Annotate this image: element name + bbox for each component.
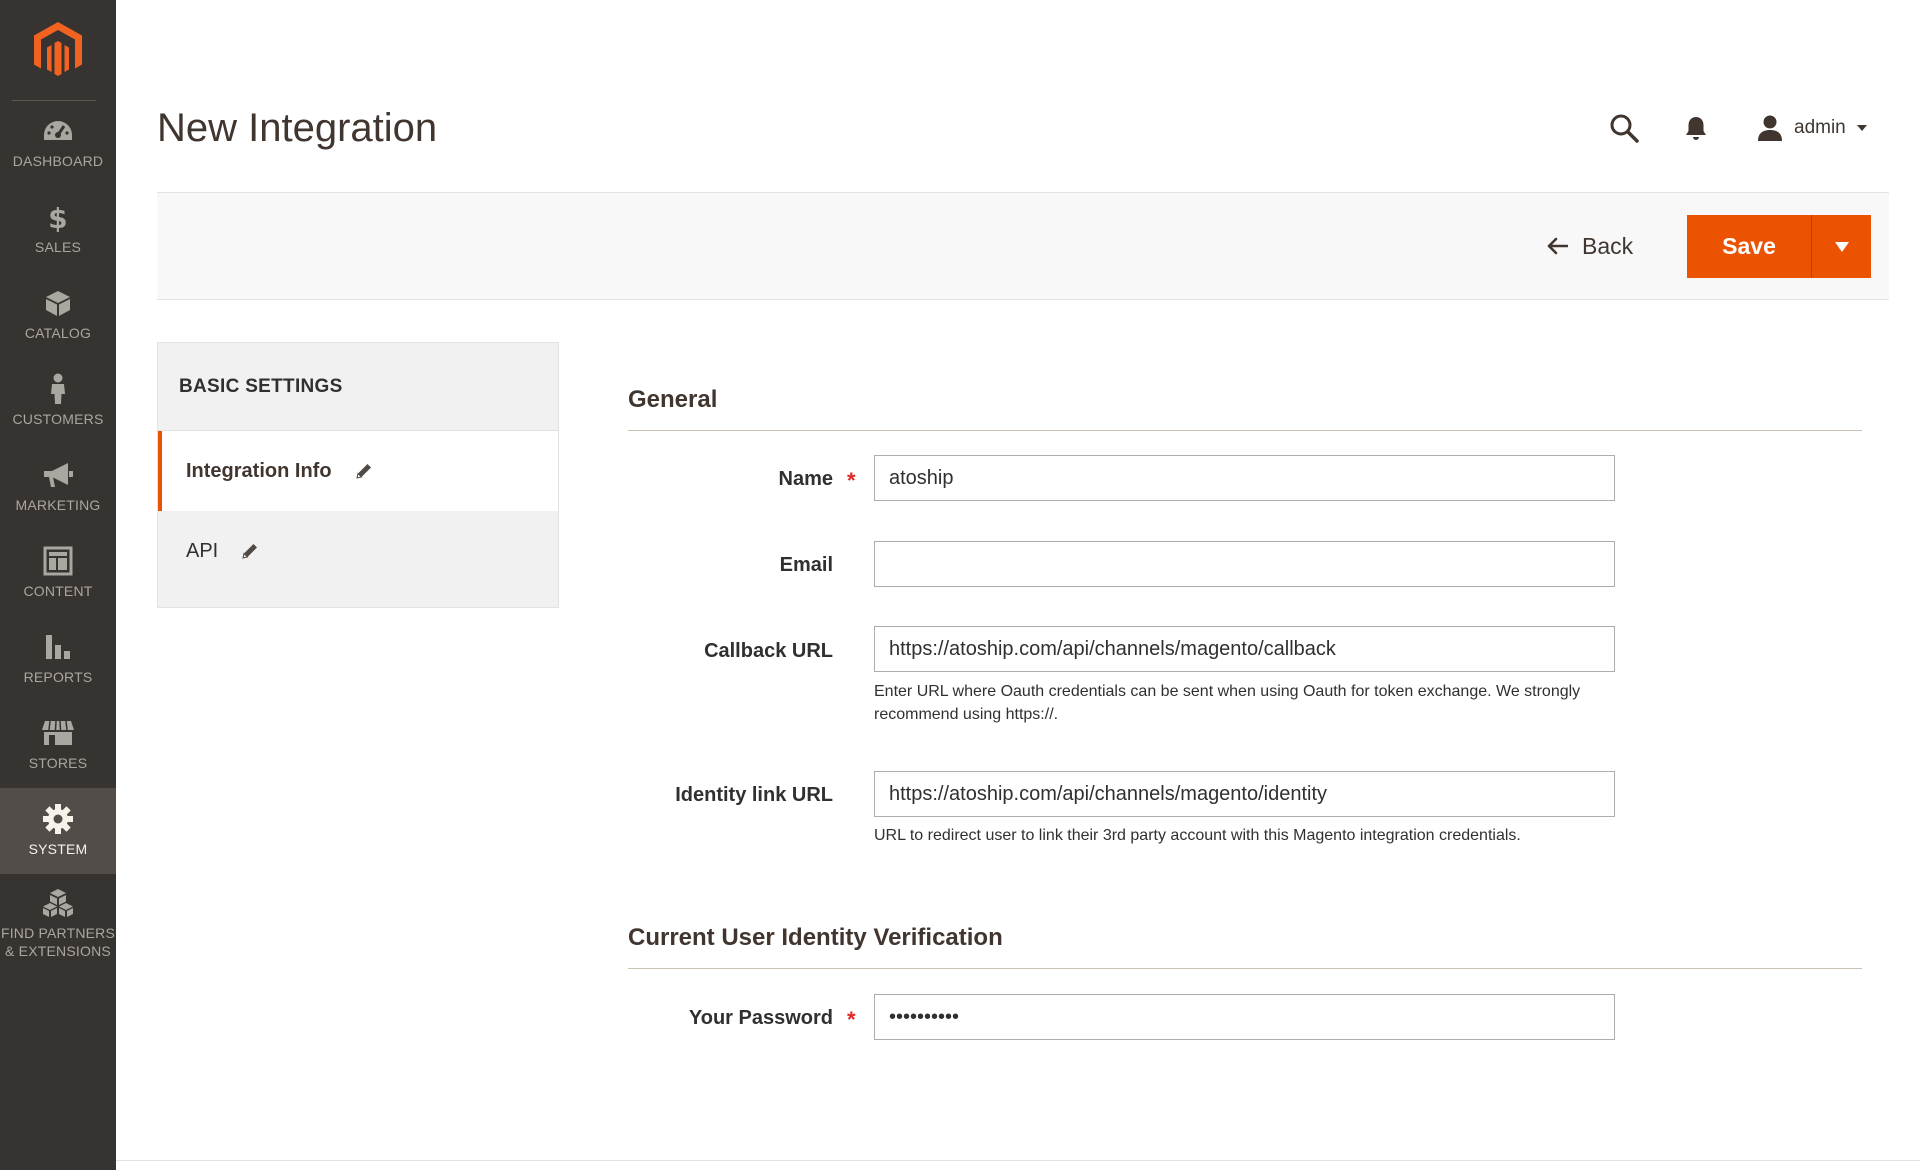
sidebar-item-find-partners[interactable]: FIND PARTNERS & EXTENSIONS [0, 874, 116, 974]
user-icon [1758, 115, 1782, 141]
pencil-icon [354, 461, 374, 481]
back-button-label: Back [1582, 232, 1634, 259]
sidebar-item-marketing[interactable]: MARKETING [0, 444, 116, 530]
name-label: Name [778, 468, 833, 490]
caret-down-icon [1856, 125, 1867, 131]
dashboard-icon [41, 116, 75, 146]
back-button[interactable]: Back [1546, 230, 1633, 262]
tab-integration-info[interactable]: Integration Info [158, 431, 558, 511]
admin-user-menu[interactable]: admin [1756, 108, 1868, 148]
password-input[interactable] [874, 994, 1615, 1040]
pencil-icon [240, 541, 260, 561]
sidebar-item-content[interactable]: CONTENT [0, 530, 116, 616]
sidebar-item-label: CUSTOMERS [12, 411, 104, 427]
tabs-heading: BASIC SETTINGS [158, 343, 558, 431]
section-divider [628, 968, 1862, 969]
save-button[interactable]: Save [1687, 215, 1811, 278]
sidebar-item-label: MARKETING [15, 497, 101, 513]
triangle-down-icon [1834, 241, 1849, 252]
save-split-button: Save [1687, 215, 1871, 278]
notifications-button[interactable] [1678, 110, 1714, 146]
megaphone-icon [41, 460, 75, 490]
page-title: New Integration [157, 106, 438, 150]
storefront-icon [41, 718, 75, 748]
section-title-general: General [628, 386, 718, 413]
user-name: admin [1794, 117, 1846, 138]
sidebar-item-label: SALES [34, 239, 82, 255]
required-star: * [847, 1007, 856, 1032]
section-divider [628, 430, 1862, 431]
identity-url-input[interactable] [874, 771, 1615, 817]
callback-url-input[interactable] [874, 626, 1615, 672]
arrow-left-icon [1547, 237, 1568, 255]
magento-logo[interactable] [0, 0, 116, 100]
sidebar-item-sales[interactable]: $ SALES [0, 186, 116, 272]
footer-divider [116, 1160, 1920, 1161]
global-search-button[interactable] [1604, 108, 1644, 148]
dollar-icon: $ [41, 202, 75, 232]
email-input[interactable] [874, 541, 1615, 587]
sidebar-item-label: DASHBOARD [12, 153, 104, 169]
callback-url-label: Callback URL [704, 640, 833, 662]
tab-label: API [186, 539, 219, 562]
settings-tabs: BASIC SETTINGS Integration Info API [157, 342, 559, 608]
person-icon [41, 373, 75, 404]
sidebar-item-label: REPORTS [23, 669, 93, 685]
tab-api[interactable]: API [158, 511, 558, 591]
section-title-verification: Current User Identity Verification [628, 924, 1003, 951]
admin-sidebar: DASHBOARD $ SALES CATALOG CUSTOMERS MARK… [0, 0, 116, 1170]
password-label: Your Password [688, 1007, 833, 1029]
sidebar-item-label: STORES [28, 755, 88, 771]
identity-url-label: Identity link URL [675, 784, 833, 806]
sidebar-item-dashboard[interactable]: DASHBOARD [0, 100, 116, 186]
sidebar-item-system[interactable]: SYSTEM [0, 788, 116, 874]
magento-logo-icon [34, 22, 82, 76]
identity-url-note: URL to redirect user to link their 3rd p… [874, 827, 1521, 844]
box-icon [41, 288, 75, 318]
sidebar-item-reports[interactable]: REPORTS [0, 616, 116, 702]
bell-icon [1686, 117, 1706, 140]
save-options-toggle[interactable] [1812, 215, 1871, 278]
bar-chart-icon [41, 632, 75, 662]
sidebar-item-label: CATALOG [24, 325, 92, 341]
email-label: Email [779, 554, 833, 576]
layout-icon [41, 546, 75, 576]
callback-url-note: Enter URL where Oauth credentials can be… [874, 683, 1581, 723]
sidebar-item-label: FIND PARTNERS & EXTENSIONS [0, 925, 116, 959]
sidebar-item-label: SYSTEM [28, 841, 88, 857]
name-input[interactable] [874, 455, 1615, 501]
sidebar-item-catalog[interactable]: CATALOG [0, 272, 116, 358]
sidebar-item-label: CONTENT [23, 583, 93, 599]
search-icon [1610, 114, 1639, 143]
gear-icon [41, 804, 75, 834]
required-star: * [847, 468, 856, 493]
svg-text:$: $ [48, 202, 68, 232]
sidebar-item-customers[interactable]: CUSTOMERS [0, 358, 116, 444]
sidebar-item-stores[interactable]: STORES [0, 702, 116, 788]
cubes-icon [41, 888, 75, 918]
tab-label: Integration Info [186, 459, 332, 482]
